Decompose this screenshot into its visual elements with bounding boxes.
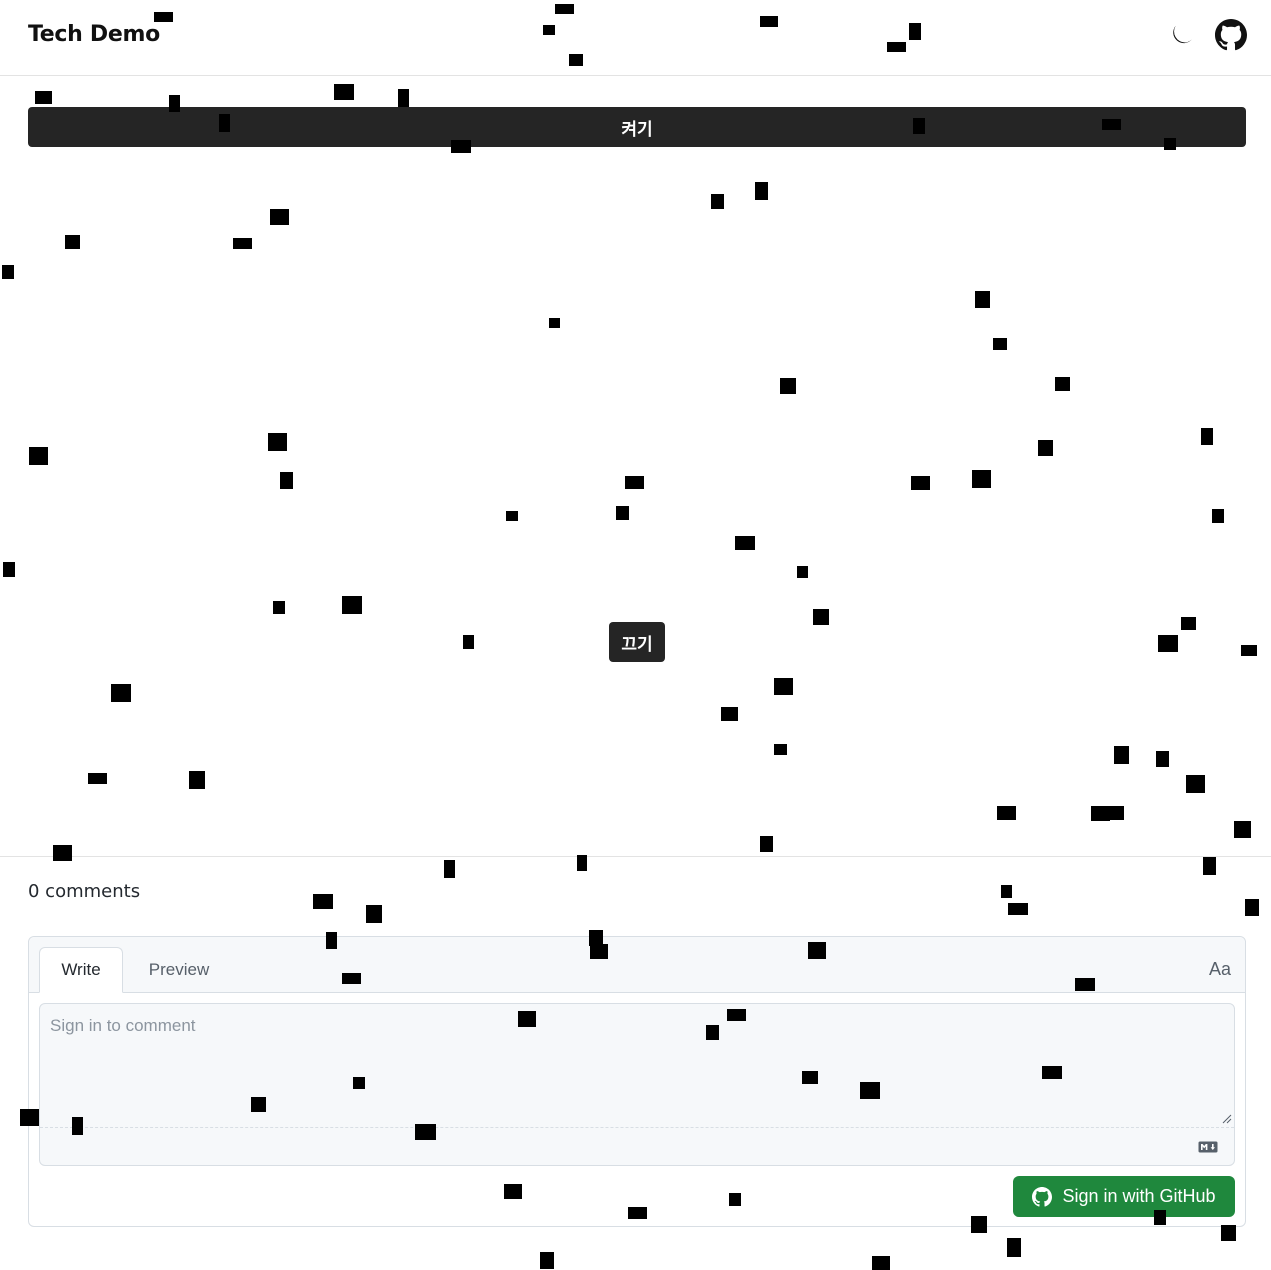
particle <box>540 1252 554 1269</box>
particle <box>1212 509 1224 523</box>
particle <box>1234 821 1251 838</box>
particle <box>313 894 333 909</box>
particle <box>774 678 793 695</box>
particle <box>65 235 80 249</box>
site-title[interactable]: Tech Demo <box>28 22 160 47</box>
particle <box>1245 899 1259 916</box>
particle <box>29 447 48 465</box>
particle <box>270 209 289 225</box>
particle <box>1114 746 1129 764</box>
markdown-icon <box>1198 1141 1218 1153</box>
particle <box>711 194 724 209</box>
particle <box>780 378 796 394</box>
particle <box>616 506 629 520</box>
particle <box>35 91 52 104</box>
particle <box>2 265 14 279</box>
particle <box>1221 1225 1236 1241</box>
particle <box>1008 903 1028 915</box>
comment-input-wrapper <box>39 1003 1235 1166</box>
github-icon <box>1032 1186 1053 1207</box>
tab-preview[interactable]: Preview <box>135 947 223 993</box>
particle <box>1241 645 1257 656</box>
particle <box>1108 806 1124 820</box>
particle <box>760 836 773 852</box>
particle <box>813 609 829 625</box>
particle <box>735 536 755 550</box>
particle <box>444 860 455 878</box>
particle <box>1181 617 1196 630</box>
comment-count: 0 comments <box>28 881 141 902</box>
resize-handle-icon[interactable] <box>1222 1114 1232 1124</box>
tab-write[interactable]: Write <box>39 947 123 993</box>
particle <box>625 476 644 489</box>
particle <box>189 771 205 789</box>
particle <box>366 905 382 923</box>
site-header: Tech Demo <box>0 0 1271 76</box>
particle <box>755 182 768 200</box>
particle <box>463 635 474 649</box>
particle <box>997 806 1016 820</box>
particle <box>1186 775 1205 793</box>
particle <box>993 338 1007 350</box>
particle <box>268 433 287 451</box>
sign-in-label: Sign in with GitHub <box>1062 1186 1216 1206</box>
particle <box>233 238 252 249</box>
particle <box>549 318 560 328</box>
particle <box>721 707 738 721</box>
particle <box>797 566 808 578</box>
particle <box>506 511 518 521</box>
comment-input[interactable] <box>40 1004 1234 1126</box>
editor-tabbar: Write Preview Aa <box>29 937 1245 993</box>
particle <box>1055 377 1070 391</box>
particle <box>273 601 285 614</box>
particle <box>342 596 362 614</box>
particle <box>911 476 930 490</box>
particle <box>872 1256 890 1270</box>
particle <box>1038 440 1053 456</box>
particle <box>972 470 991 488</box>
turn-off-button[interactable]: 끄기 <box>609 622 665 662</box>
sign-in-github-button[interactable]: Sign in with GitHub <box>1013 1176 1235 1217</box>
particle <box>975 291 990 308</box>
section-divider <box>0 856 1271 857</box>
particle <box>88 773 107 784</box>
moon-icon[interactable] <box>1165 19 1197 51</box>
particle <box>111 684 131 702</box>
particle <box>1001 885 1012 898</box>
particle <box>3 562 15 577</box>
input-footer <box>40 1127 1234 1166</box>
particle <box>1203 857 1216 875</box>
comment-editor: Write Preview Aa Sign in with GitHub <box>28 936 1246 1227</box>
particle <box>1156 751 1169 767</box>
particle <box>334 84 354 100</box>
github-icon[interactable] <box>1215 19 1247 51</box>
particle <box>774 744 787 755</box>
turn-on-button[interactable]: 켜기 <box>28 107 1246 147</box>
particle <box>1091 806 1110 821</box>
page: Tech Demo 켜기 끄기 0 comments Write Preview… <box>0 0 1271 1270</box>
particle <box>53 845 72 861</box>
particle <box>1158 635 1178 652</box>
particle <box>280 472 293 489</box>
particle <box>398 89 409 107</box>
particle <box>1201 428 1213 445</box>
particle <box>577 855 587 871</box>
particle <box>1007 1238 1021 1257</box>
format-toggle-button[interactable]: Aa <box>1209 959 1231 980</box>
